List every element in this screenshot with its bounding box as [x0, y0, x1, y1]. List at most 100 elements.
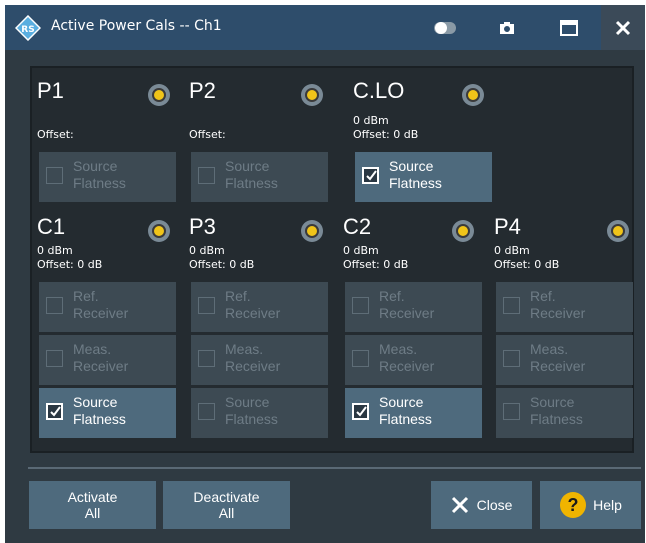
- port-radio-button[interactable]: [148, 220, 170, 242]
- port-name: C2: [343, 214, 372, 239]
- port-name: P1: [37, 78, 64, 103]
- port-name: P4: [494, 214, 521, 239]
- port-panel-p4: P4 0 dBm Offset: 0 dB Ref. Receiver Meas.…: [490, 214, 633, 450]
- dialog-window: RS Active Power Cals -- Ch1 P1 Offset: S…: [5, 5, 645, 543]
- checkbox-box: [198, 297, 215, 314]
- checkbox-label-line2: Flatness: [379, 411, 432, 427]
- port-radio-button[interactable]: [607, 220, 629, 242]
- title-bar[interactable]: RS Active Power Cals -- Ch1: [5, 5, 645, 50]
- close-icon: [615, 20, 631, 35]
- checkbox-label-line1: Meas.: [225, 341, 264, 357]
- checkbox-label-line1: Source: [389, 158, 434, 174]
- checkbox-label-line2: Flatness: [225, 411, 278, 427]
- checkmark-icon: [50, 406, 61, 417]
- meas-receiver-checkbox[interactable]: Meas. Receiver: [191, 335, 328, 385]
- checkbox-box: [352, 297, 369, 314]
- power-label: 0 dBm: [189, 244, 225, 257]
- checkbox-label-line1: Ref.: [379, 288, 405, 304]
- help-button[interactable]: ? Help: [540, 481, 641, 529]
- offset-label: Offset:: [189, 128, 226, 141]
- power-label: 0 dBm: [494, 244, 530, 257]
- power-label: 0 dBm: [353, 114, 389, 127]
- port-radio-button[interactable]: [301, 220, 323, 242]
- deactivate-all-line2: All: [218, 505, 235, 521]
- help-label: Help: [593, 497, 622, 513]
- deactivate-all-button[interactable]: Deactivate All: [163, 481, 290, 529]
- checkbox-label-line1: Source: [225, 158, 270, 174]
- question-icon: ?: [560, 492, 587, 518]
- offset-label: Offset: 0 dB: [189, 258, 255, 271]
- checkbox-label-line2: Flatness: [73, 411, 126, 427]
- svg-text:?: ?: [568, 495, 579, 515]
- source-flatness-checkbox[interactable]: Source Flatness: [496, 388, 633, 438]
- checkbox-label-line1: Source: [225, 394, 270, 410]
- checkbox-box: [46, 167, 63, 184]
- window-close-button[interactable]: [601, 5, 645, 50]
- checkbox-label-line1: Source: [530, 394, 575, 410]
- meas-receiver-checkbox[interactable]: Meas. Receiver: [496, 335, 633, 385]
- source-flatness-checkbox[interactable]: Source Flatness: [191, 152, 328, 202]
- meas-receiver-checkbox[interactable]: Meas. Receiver: [345, 335, 482, 385]
- svg-text:RS: RS: [21, 25, 34, 35]
- port-radio-button[interactable]: [301, 84, 323, 106]
- checkbox-box: [352, 403, 369, 420]
- checkbox-label-line2: Receiver: [530, 358, 586, 374]
- toggle-icon: [434, 21, 456, 34]
- offset-label: Offset: 0 dB: [494, 258, 560, 271]
- source-flatness-checkbox[interactable]: Source Flatness: [355, 152, 492, 202]
- checkbox-label-line1: Ref.: [530, 288, 556, 304]
- offset-label: Offset: 0 dB: [37, 258, 103, 271]
- checkbox-box: [198, 167, 215, 184]
- ref-receiver-checkbox[interactable]: Ref. Receiver: [191, 282, 328, 332]
- checkbox-label-line1: Meas.: [530, 341, 569, 357]
- port-radio-button[interactable]: [148, 84, 170, 106]
- port-radio-button[interactable]: [462, 84, 484, 106]
- checkbox-label-line2: Receiver: [530, 305, 586, 321]
- checkbox-box: [503, 350, 520, 367]
- checkbox-label-line2: Receiver: [379, 305, 435, 321]
- toggle-button[interactable]: [423, 5, 467, 50]
- checkbox-label-line2: Flatness: [530, 411, 583, 427]
- checkbox-label-line1: Ref.: [225, 288, 251, 304]
- rohde-schwarz-logo-icon: RS: [15, 15, 41, 41]
- offset-label: Offset: 0 dB: [353, 128, 419, 141]
- checkbox-box: [46, 403, 63, 420]
- deactivate-all-line1: Deactivate: [193, 489, 260, 505]
- checkbox-label-line1: Meas.: [73, 341, 112, 357]
- port-panel-c1: C1 0 dBm Offset: 0 dB Ref. Receiver Meas.…: [33, 214, 176, 450]
- checkbox-label-line1: Meas.: [379, 341, 418, 357]
- maximize-button[interactable]: [547, 5, 591, 50]
- checkbox-label-line2: Flatness: [225, 175, 278, 191]
- checkbox-label-line2: Receiver: [379, 358, 435, 374]
- power-label: 0 dBm: [37, 244, 73, 257]
- source-flatness-checkbox[interactable]: Source Flatness: [345, 388, 482, 438]
- activate-all-line1: Activate: [67, 489, 118, 505]
- screenshot-button[interactable]: [485, 5, 529, 50]
- port-panel-p3: P3 0 dBm Offset: 0 dB Ref. Receiver Meas.…: [185, 214, 328, 450]
- offset-label: Offset:: [37, 128, 74, 141]
- ports-frame: P1 Offset: Source Flatness P2 Offset: Sou…: [30, 66, 634, 453]
- ref-receiver-checkbox[interactable]: Ref. Receiver: [345, 282, 482, 332]
- ref-receiver-checkbox[interactable]: Ref. Receiver: [39, 282, 176, 332]
- checkbox-box: [503, 403, 520, 420]
- checkbox-box: [198, 403, 215, 420]
- activate-all-button[interactable]: Activate All: [29, 481, 156, 529]
- checkbox-label-line2: Receiver: [73, 358, 129, 374]
- source-flatness-checkbox[interactable]: Source Flatness: [39, 388, 176, 438]
- ref-receiver-checkbox[interactable]: Ref. Receiver: [496, 282, 633, 332]
- port-radio-button[interactable]: [452, 220, 474, 242]
- source-flatness-checkbox[interactable]: Source Flatness: [191, 388, 328, 438]
- checkbox-label-line1: Source: [379, 394, 424, 410]
- close-icon: [451, 496, 468, 514]
- source-flatness-checkbox[interactable]: Source Flatness: [39, 152, 176, 202]
- close-button[interactable]: Close: [431, 481, 532, 529]
- activate-all-line2: All: [84, 505, 101, 521]
- window-title: Active Power Cals -- Ch1: [51, 18, 222, 34]
- checkbox-box: [198, 350, 215, 367]
- checkbox-label-line2: Receiver: [73, 305, 129, 321]
- port-name: C1: [37, 214, 66, 239]
- checkbox-label-line1: Source: [73, 158, 118, 174]
- power-label: 0 dBm: [343, 244, 379, 257]
- checkbox-box: [46, 350, 63, 367]
- meas-receiver-checkbox[interactable]: Meas. Receiver: [39, 335, 176, 385]
